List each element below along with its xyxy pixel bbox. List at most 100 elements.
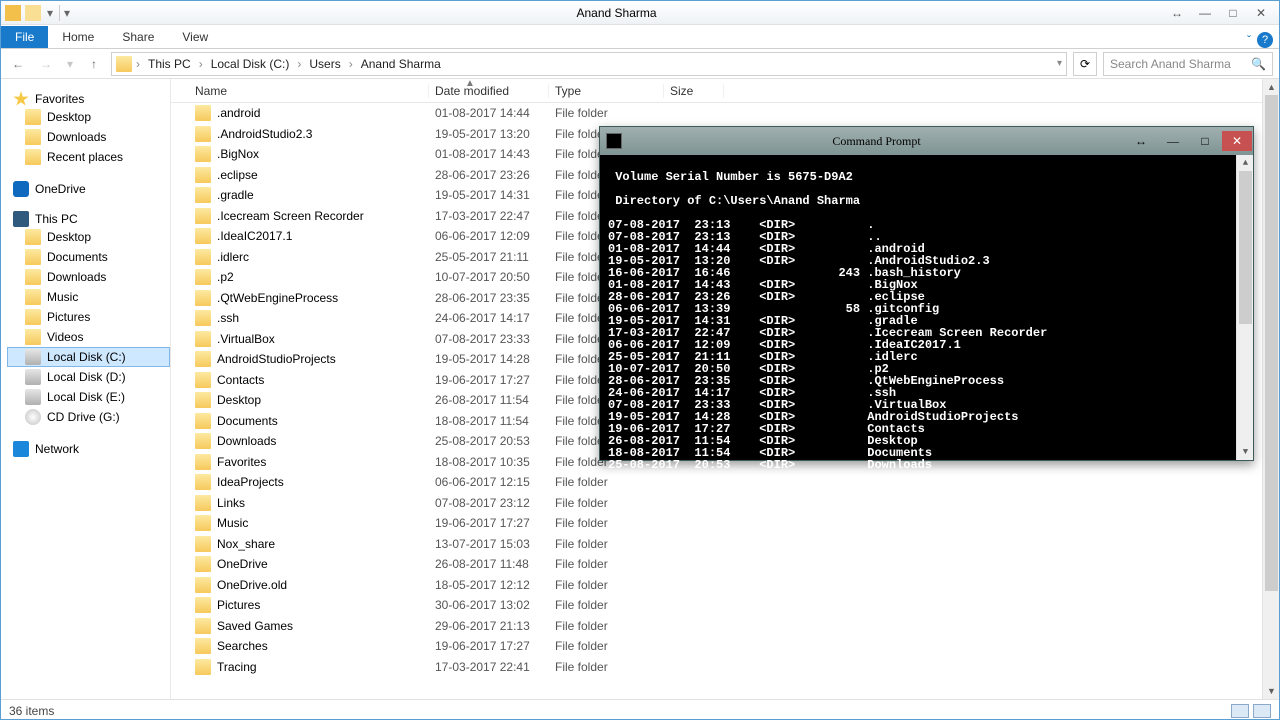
list-item[interactable]: Saved Games29-06-2017 21:13File folder (171, 616, 1279, 637)
col-type[interactable]: Type (549, 84, 664, 98)
scroll-thumb[interactable] (1239, 171, 1252, 324)
star-icon (13, 91, 29, 107)
file-date: 29-06-2017 21:13 (429, 619, 549, 633)
folder-icon (195, 351, 211, 367)
search-icon: 🔍 (1251, 57, 1266, 71)
chevron-right-icon[interactable]: › (297, 57, 301, 71)
navpane-item[interactable]: Recent places (7, 147, 170, 167)
list-item[interactable]: Nox_share13-07-2017 15:03File folder (171, 534, 1279, 555)
list-item[interactable]: Music19-06-2017 17:27File folder (171, 513, 1279, 534)
list-item[interactable]: Tracing17-03-2017 22:41File folder (171, 657, 1279, 678)
forward-button[interactable]: → (35, 53, 57, 75)
icons-view-icon[interactable] (1253, 704, 1271, 718)
navpane-item[interactable]: Downloads (7, 267, 170, 287)
back-button[interactable]: ← (7, 53, 29, 75)
navpane-item[interactable]: Desktop (7, 227, 170, 247)
search-input[interactable]: Search Anand Sharma 🔍 (1103, 52, 1273, 76)
ribbon-expand-icon[interactable]: ˇ (1247, 33, 1251, 47)
titlebar[interactable]: ▾ ▾ Anand Sharma ↔ — □ ✕ (1, 1, 1279, 25)
details-view-icon[interactable] (1231, 704, 1249, 718)
chevron-right-icon[interactable]: › (199, 57, 203, 71)
cmd-scrollbar[interactable]: ▲ ▼ (1236, 155, 1253, 460)
navpane-item[interactable]: Desktop (7, 107, 170, 127)
col-size[interactable]: Size (664, 84, 724, 98)
navpane-item[interactable]: Local Disk (C:) (7, 347, 170, 367)
scroll-down-icon[interactable]: ▼ (1237, 444, 1254, 460)
file-name: .AndroidStudio2.3 (217, 127, 312, 141)
col-name[interactable]: Name (189, 84, 429, 98)
onedrive-header[interactable]: OneDrive (7, 181, 170, 197)
cmd-maximize-button[interactable]: □ (1190, 131, 1220, 151)
cmd-window[interactable]: Command Prompt ↔ — □ ✕ Volume Serial Num… (599, 126, 1254, 461)
crumb-current[interactable]: Anand Sharma (357, 55, 445, 73)
network-header[interactable]: Network (7, 441, 170, 457)
file-date: 19-06-2017 17:27 (429, 373, 549, 387)
view-switcher[interactable] (1231, 704, 1271, 718)
navpane-item[interactable]: Local Disk (E:) (7, 387, 170, 407)
network-label: Network (35, 442, 79, 456)
new-folder-icon[interactable] (25, 5, 41, 21)
file-name: Tracing (217, 660, 257, 674)
up-button[interactable]: ↑ (83, 53, 105, 75)
separator (59, 5, 60, 21)
navpane-item[interactable]: Documents (7, 247, 170, 267)
tab-home[interactable]: Home (48, 26, 108, 48)
scroll-down-icon[interactable]: ▼ (1263, 683, 1279, 699)
refresh-button[interactable]: ⟳ (1073, 52, 1097, 76)
fullscreen-button[interactable]: ↔ (1163, 3, 1191, 23)
scroll-up-icon[interactable]: ▲ (1237, 155, 1254, 171)
close-button[interactable]: ✕ (1247, 3, 1275, 23)
list-item[interactable]: OneDrive.old18-05-2017 12:12File folder (171, 575, 1279, 596)
file-date: 28-06-2017 23:35 (429, 291, 549, 305)
address-bar[interactable]: › This PC › Local Disk (C:) › Users › An… (111, 52, 1067, 76)
cmd-minimize-button[interactable]: — (1158, 131, 1188, 151)
file-date: 07-08-2017 23:12 (429, 496, 549, 510)
chevron-right-icon[interactable]: › (349, 57, 353, 71)
col-date[interactable]: Date modified (429, 84, 549, 98)
scroll-up-icon[interactable]: ▲ (1263, 79, 1279, 95)
cmd-body[interactable]: Volume Serial Number is 5675-D9A2 Direct… (600, 155, 1253, 460)
list-item[interactable]: Searches19-06-2017 17:27File folder (171, 636, 1279, 657)
chevron-right-icon[interactable]: › (136, 57, 140, 71)
maximize-button[interactable]: □ (1219, 3, 1247, 23)
address-dropdown-icon[interactable]: ▾ (1057, 58, 1062, 69)
file-tab[interactable]: File (1, 26, 48, 48)
scroll-thumb[interactable] (1265, 95, 1278, 591)
explorer-window: ▾ ▾ Anand Sharma ↔ — □ ✕ File Home Share… (0, 0, 1280, 720)
navpane-item[interactable]: Local Disk (D:) (7, 367, 170, 387)
cmd-fullscreen-button[interactable]: ↔ (1126, 131, 1156, 151)
tab-view[interactable]: View (168, 26, 222, 48)
navpane-item[interactable]: Videos (7, 327, 170, 347)
cmd-close-button[interactable]: ✕ (1222, 131, 1252, 151)
list-item[interactable]: .android01-08-2017 14:44File folder (171, 103, 1279, 124)
help-icon[interactable]: ? (1257, 32, 1273, 48)
navpane-item[interactable]: Pictures (7, 307, 170, 327)
navpane-item[interactable]: Music (7, 287, 170, 307)
cmd-output: Volume Serial Number is 5675-D9A2 Direct… (608, 171, 1253, 471)
navpane-item[interactable]: CD Drive (G:) (7, 407, 170, 427)
minimize-button[interactable]: — (1191, 3, 1219, 23)
favorites-header[interactable]: Favorites (7, 91, 170, 107)
crumb-users[interactable]: Users (305, 55, 344, 73)
search-placeholder: Search Anand Sharma (1110, 57, 1231, 71)
crumb-c[interactable]: Local Disk (C:) (207, 55, 294, 73)
recent-button[interactable]: ▾ (63, 53, 77, 75)
cmd-titlebar[interactable]: Command Prompt ↔ — □ ✕ (600, 127, 1253, 155)
thispc-header[interactable]: This PC (7, 211, 170, 227)
crumb-thispc[interactable]: This PC (144, 55, 195, 73)
qat-customize-icon[interactable]: ▾ (47, 6, 53, 20)
folder-icon (195, 167, 211, 183)
tab-share[interactable]: Share (108, 26, 168, 48)
list-item[interactable]: IdeaProjects06-06-2017 12:15File folder (171, 472, 1279, 493)
list-item[interactable]: Links07-08-2017 23:12File folder (171, 493, 1279, 514)
list-item[interactable]: Pictures30-06-2017 13:02File folder (171, 595, 1279, 616)
file-name: OneDrive.old (217, 578, 287, 592)
file-date: 10-07-2017 20:50 (429, 270, 549, 284)
navpane-item[interactable]: Downloads (7, 127, 170, 147)
column-headers[interactable]: ▲ Name Date modified Type Size (171, 79, 1279, 103)
file-date: 19-05-2017 14:28 (429, 352, 549, 366)
nav-pane[interactable]: Favorites DesktopDownloadsRecent places … (1, 79, 171, 699)
list-item[interactable]: OneDrive26-08-2017 11:48File folder (171, 554, 1279, 575)
scrollbar[interactable]: ▲ ▼ (1262, 79, 1279, 699)
folder-icon (195, 105, 211, 121)
